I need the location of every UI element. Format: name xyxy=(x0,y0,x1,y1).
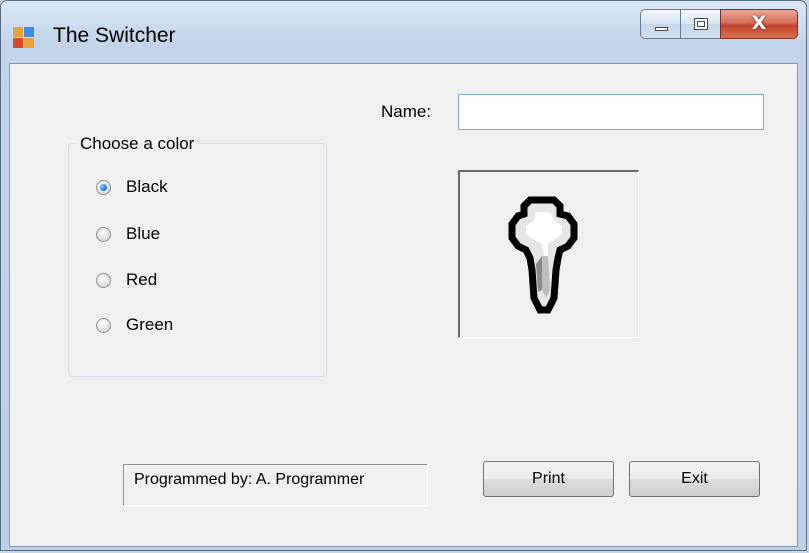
close-button[interactable]: X xyxy=(720,9,798,39)
radio-label: Blue xyxy=(126,224,161,243)
maximize-button[interactable] xyxy=(680,9,720,39)
name-input[interactable] xyxy=(458,94,764,130)
minimize-button[interactable] xyxy=(640,9,680,39)
radio-button[interactable] xyxy=(96,272,111,288)
app-icon[interactable] xyxy=(13,27,35,49)
maximize-icon xyxy=(694,18,708,30)
window-title: The Switcher xyxy=(53,24,176,47)
minimize-icon xyxy=(655,27,668,31)
radio-label: Green xyxy=(126,315,174,334)
groupbox-title: Choose a color xyxy=(76,134,199,154)
radio-button[interactable] xyxy=(96,226,111,242)
exit-button[interactable]: Exit xyxy=(629,461,760,497)
radio-label: Red xyxy=(126,270,158,289)
radio-button[interactable] xyxy=(96,317,111,333)
app-window: The Switcher X Name: Choose a color Blac… xyxy=(0,0,807,551)
radio-label: Black xyxy=(126,177,168,196)
caption-buttons: X xyxy=(640,9,798,41)
radio-blue[interactable]: Blue xyxy=(96,222,160,246)
name-label: Name: xyxy=(381,102,432,121)
radio-red[interactable]: Red xyxy=(96,268,157,292)
radio-green[interactable]: Green xyxy=(96,313,173,337)
radio-black[interactable]: Black xyxy=(96,175,168,199)
print-button[interactable]: Print xyxy=(483,461,614,497)
picture-box xyxy=(458,170,639,338)
radio-button-checked[interactable] xyxy=(96,179,111,195)
close-icon: X xyxy=(751,12,767,34)
credit-label: Programmed by: A. Programmer xyxy=(123,464,428,506)
title-bar[interactable]: The Switcher X xyxy=(1,1,806,63)
lightbulb-icon xyxy=(508,196,578,314)
form-client-area: Name: Choose a color Black Blue Red Gree… xyxy=(9,63,798,547)
